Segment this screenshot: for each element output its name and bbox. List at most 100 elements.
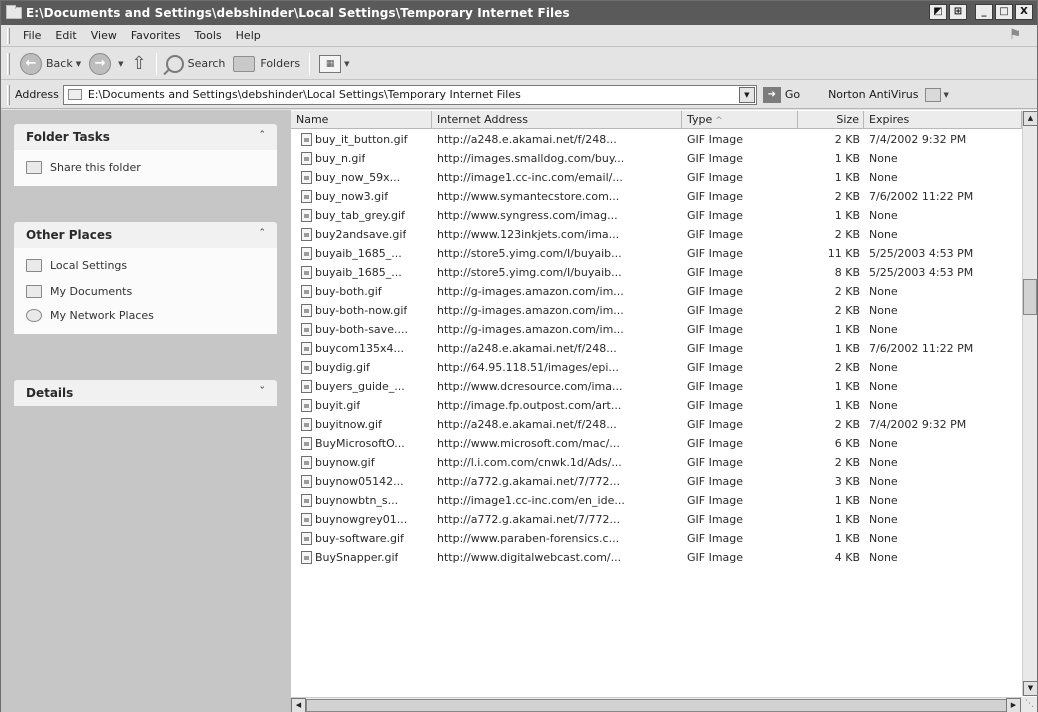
tile-icon[interactable]: ⊞ <box>949 4 967 20</box>
horizontal-scrollbar[interactable]: ◀ ▶ ⋱ <box>291 697 1037 712</box>
file-name-cell[interactable]: BuySnapper.gif <box>291 551 432 564</box>
file-name-cell[interactable]: buy_n.gif <box>291 152 432 165</box>
scroll-left-button[interactable]: ◀ <box>291 698 306 712</box>
table-row[interactable]: buy_it_button.gif http://a248.e.akamai.ne… <box>291 130 1022 149</box>
column-header-name[interactable]: Name <box>291 111 432 129</box>
table-row[interactable]: buyaib_1685_... http://store5.yimg.com/I/… <box>291 244 1022 263</box>
menu-favorites[interactable]: Favorites <box>124 29 188 42</box>
column-header-expires[interactable]: Expires <box>864 111 1022 129</box>
folder-tasks-header[interactable]: Folder Tasks ˆ <box>14 124 277 150</box>
folders-button[interactable]: Folders <box>229 51 304 77</box>
details-header[interactable]: Details ˇ <box>14 380 277 406</box>
my-network-places-link[interactable]: My Network Places <box>26 306 265 324</box>
table-row[interactable]: buynow.gif http://l.i.com.com/cnwk.1d/Ads… <box>291 453 1022 472</box>
horizontal-scroll-thumb[interactable] <box>306 699 1018 712</box>
back-button[interactable]: ← Back ▼ <box>16 51 85 77</box>
my-documents-link[interactable]: My Documents <box>26 282 265 300</box>
table-row[interactable]: buy-both-now.gif http://g-images.amazon.c… <box>291 301 1022 320</box>
file-name-cell[interactable]: buy_now_59x... <box>291 171 432 184</box>
table-row[interactable]: buy_n.gif http://images.smalldog.com/buy.… <box>291 149 1022 168</box>
table-row[interactable]: buy2andsave.gif http://www.123inkjets.com… <box>291 225 1022 244</box>
file-name-cell[interactable]: buy-both-now.gif <box>291 304 432 317</box>
close-button[interactable]: X <box>1015 4 1033 20</box>
file-name-cell[interactable]: buyitnow.gif <box>291 418 432 431</box>
column-header-internet-address[interactable]: Internet Address <box>432 111 682 129</box>
table-row[interactable]: buynowgrey01... http://a772.g.akamai.net/… <box>291 510 1022 529</box>
menu-grip[interactable] <box>7 27 10 44</box>
scroll-down-button[interactable]: ▼ <box>1023 681 1038 696</box>
table-row[interactable]: buycom135x4... http://a248.e.akamai.net/f… <box>291 339 1022 358</box>
other-places-header[interactable]: Other Places ˆ <box>14 222 277 248</box>
resize-grip-icon[interactable]: ⋱ <box>1022 697 1037 712</box>
go-button[interactable]: ➜ Go <box>762 86 800 103</box>
forward-button[interactable]: → ▼ <box>85 51 127 77</box>
scroll-right-button[interactable]: ▶ <box>1006 698 1021 712</box>
file-name-cell[interactable]: buy-software.gif <box>291 532 432 545</box>
file-name-cell[interactable]: buy_now3.gif <box>291 190 432 203</box>
menu-edit[interactable]: Edit <box>48 29 83 42</box>
file-name-cell[interactable]: BuyMicrosoftO... <box>291 437 432 450</box>
file-name-cell[interactable]: buynowgrey01... <box>291 513 432 526</box>
address-input[interactable]: E:\Documents and Settings\debshinder\Loc… <box>62 84 757 105</box>
toolbar-grip[interactable] <box>7 52 10 75</box>
table-row[interactable]: buy_tab_grey.gif http://www.syngress.com/… <box>291 206 1022 225</box>
table-row[interactable]: buyit.gif http://image.fp.outpost.com/art… <box>291 396 1022 415</box>
file-name-cell[interactable]: buyers_guide_... <box>291 380 432 393</box>
table-row[interactable]: buynowbtn_s... http://image1.cc-inc.com/e… <box>291 491 1022 510</box>
table-row[interactable]: buydig.gif http://64.95.118.51/images/epi… <box>291 358 1022 377</box>
file-name-cell[interactable]: buyit.gif <box>291 399 432 412</box>
share-folder-link[interactable]: Share this folder <box>26 158 265 176</box>
file-name-cell[interactable]: buy2andsave.gif <box>291 228 432 241</box>
collapse-icon[interactable]: ˆ <box>260 227 266 240</box>
menu-help[interactable]: Help <box>229 29 268 42</box>
table-row[interactable]: buyaib_1685_... http://store5.yimg.com/I/… <box>291 263 1022 282</box>
chevron-down-icon[interactable]: ▼ <box>944 91 949 99</box>
file-name-cell[interactable]: buynowbtn_s... <box>291 494 432 507</box>
file-name-cell[interactable]: buycom135x4... <box>291 342 432 355</box>
table-row[interactable]: buynow05142... http://a772.g.akamai.net/7… <box>291 472 1022 491</box>
chevron-down-icon[interactable]: ▼ <box>76 60 81 68</box>
menu-view[interactable]: View <box>84 29 124 42</box>
views-button[interactable]: ▦ ▼ <box>315 51 353 77</box>
file-name-cell[interactable]: buydig.gif <box>291 361 432 374</box>
table-row[interactable]: buy-software.gif http://www.paraben-foren… <box>291 529 1022 548</box>
vertical-scrollbar[interactable]: ▲ ▼ <box>1022 111 1038 696</box>
table-row[interactable]: buy-both.gif http://g-images.amazon.com/i… <box>291 282 1022 301</box>
title-bar[interactable]: E:\Documents and Settings\debshinder\Loc… <box>1 1 1037 25</box>
table-row[interactable]: buy-both-save.... http://g-images.amazon.… <box>291 320 1022 339</box>
file-name-cell[interactable]: buy_tab_grey.gif <box>291 209 432 222</box>
table-row[interactable]: BuySnapper.gif http://www.digitalwebcast.… <box>291 548 1022 567</box>
column-header-size[interactable]: Size <box>798 111 864 129</box>
file-name-cell[interactable]: buynow05142... <box>291 475 432 488</box>
vertical-scroll-thumb[interactable] <box>1023 279 1037 315</box>
address-dropdown-button[interactable]: ▼ <box>738 86 755 103</box>
file-name-cell[interactable]: buy-both-save.... <box>291 323 432 336</box>
menu-tools[interactable]: Tools <box>188 29 229 42</box>
table-row[interactable]: BuyMicrosoftO... http://www.microsoft.com… <box>291 434 1022 453</box>
table-row[interactable]: buyers_guide_... http://www.dcresource.co… <box>291 377 1022 396</box>
restore-icon[interactable]: ◩ <box>929 4 947 20</box>
column-header-type[interactable]: Type <box>682 111 798 129</box>
collapse-icon[interactable]: ˆ <box>260 129 266 142</box>
up-folder-button[interactable]: ⇧ <box>128 51 151 77</box>
maximize-button[interactable]: □ <box>995 4 1013 20</box>
file-name-cell[interactable]: buy_it_button.gif <box>291 133 432 146</box>
chevron-down-icon[interactable]: ▼ <box>344 60 349 68</box>
menu-file[interactable]: File <box>16 29 48 42</box>
address-value[interactable]: E:\Documents and Settings\debshinder\Loc… <box>88 88 521 101</box>
file-name-cell[interactable]: buynow.gif <box>291 456 432 469</box>
expand-icon[interactable]: ˇ <box>260 385 266 398</box>
chevron-down-icon[interactable]: ▼ <box>118 60 123 68</box>
address-grip[interactable] <box>7 84 10 105</box>
table-row[interactable]: buyitnow.gif http://a248.e.akamai.net/f/2… <box>291 415 1022 434</box>
file-name-cell[interactable]: buyaib_1685_... <box>291 266 432 279</box>
local-settings-link[interactable]: Local Settings <box>26 256 265 274</box>
minimize-button[interactable]: _ <box>975 4 993 20</box>
table-row[interactable]: buy_now_59x... http://image1.cc-inc.com/e… <box>291 168 1022 187</box>
search-button[interactable]: Search <box>162 51 230 77</box>
file-name-cell[interactable]: buy-both.gif <box>291 285 432 298</box>
scroll-up-button[interactable]: ▲ <box>1023 111 1038 126</box>
file-name-cell[interactable]: buyaib_1685_... <box>291 247 432 260</box>
table-row[interactable]: buy_now3.gif http://www.symantecstore.com… <box>291 187 1022 206</box>
norton-antivirus-button[interactable]: Norton AntiVirus ▼ <box>828 87 949 102</box>
